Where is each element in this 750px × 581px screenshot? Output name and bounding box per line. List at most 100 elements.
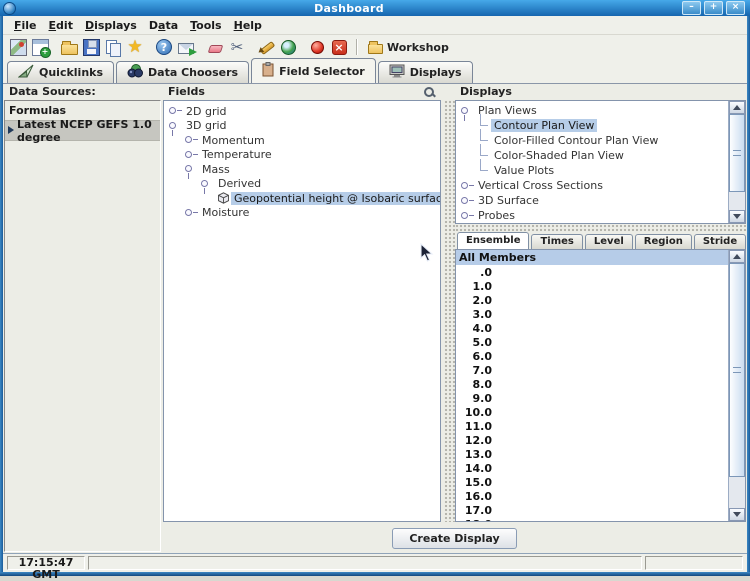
menu-edit[interactable]: Edit	[43, 18, 79, 33]
data-source-latest-ncep-gefs-1-0-degree[interactable]: Latest NCEP GEFS 1.0 degree	[5, 121, 160, 141]
ensemble-item-0[interactable]: .0	[456, 265, 728, 279]
ensemble-item-9-0[interactable]: 9.0	[456, 391, 728, 405]
copy-button[interactable]	[102, 36, 124, 58]
ensemble-item-18-0[interactable]: 18.0	[456, 517, 728, 522]
scroll-down-button[interactable]	[729, 210, 745, 223]
dashboard-button[interactable]	[7, 36, 29, 58]
ensemble-item-12-0[interactable]: 12.0	[456, 433, 728, 447]
ensemble-item-2-0[interactable]: 2.0	[456, 293, 728, 307]
subset-tab-stride[interactable]: Stride	[694, 234, 746, 249]
favorite-button[interactable]: ★	[124, 36, 146, 58]
globe-button[interactable]	[277, 36, 299, 58]
record-button[interactable]	[306, 36, 328, 58]
ensemble-item-11-0[interactable]: 11.0	[456, 419, 728, 433]
ensemble-item-10-0[interactable]: 10.0	[456, 405, 728, 419]
send-mail-button[interactable]	[175, 36, 197, 58]
tree-item-mass[interactable]: Mass	[164, 162, 440, 177]
tree-toggle-icon[interactable]	[169, 106, 183, 116]
subset-tab-times[interactable]: Times	[531, 234, 582, 249]
ensemble-item-13-0[interactable]: 13.0	[456, 447, 728, 461]
ensemble-item-17-0[interactable]: 17.0	[456, 503, 728, 517]
tree-item-vertical-cross-sections[interactable]: Vertical Cross Sections	[456, 178, 728, 193]
tree-item-probes[interactable]: Probes	[456, 208, 728, 223]
scrollbar-thumb[interactable]	[729, 114, 745, 192]
thumb-grip	[733, 150, 741, 156]
tree-item-contour-plan-view[interactable]: Contour Plan View	[456, 118, 728, 133]
tree-item-color-filled-contour-plan-view[interactable]: Color-Filled Contour Plan View	[456, 133, 728, 148]
tree-item-momentum[interactable]: Momentum	[164, 133, 440, 148]
ensemble-item-6-0[interactable]: 6.0	[456, 349, 728, 363]
horizontal-splitter[interactable]	[455, 224, 746, 232]
tree-toggle-icon[interactable]	[169, 121, 183, 131]
tree-item-geopotential-height-isobaric-surface[interactable]: Geopotential height @ Isobaric surface	[164, 191, 440, 206]
maximize-button[interactable]: +	[704, 1, 723, 15]
scroll-up-button[interactable]	[729, 250, 745, 263]
menu-file[interactable]: File	[8, 18, 43, 33]
ensemble-item-16-0[interactable]: 16.0	[456, 489, 728, 503]
pencil-icon	[258, 39, 275, 56]
tree-item-plan-views[interactable]: Plan Views	[456, 103, 728, 118]
open-folder-button[interactable]	[58, 36, 80, 58]
tree-item-moisture[interactable]: Moisture	[164, 206, 440, 221]
title-bar[interactable]: Dashboard – + ×	[0, 0, 750, 16]
close-button[interactable]: ×	[726, 1, 745, 15]
pencil-button[interactable]	[255, 36, 277, 58]
delete-button[interactable]: ×	[328, 36, 350, 58]
ensemble-item-3-0[interactable]: 3.0	[456, 307, 728, 321]
ensemble-item-5-0[interactable]: 5.0	[456, 335, 728, 349]
displays-scrollbar[interactable]	[728, 101, 745, 223]
cut-button[interactable]: ✂	[226, 36, 248, 58]
tree-toggle-icon[interactable]	[185, 164, 199, 174]
new-window-button[interactable]	[29, 36, 51, 58]
tree-toggle-icon[interactable]	[201, 179, 215, 189]
menu-data[interactable]: Data	[143, 18, 184, 33]
tree-toggle-icon[interactable]	[461, 181, 475, 191]
ensemble-item-all-members[interactable]: All Members	[456, 250, 728, 265]
search-icon[interactable]	[423, 86, 435, 98]
subset-tab-level[interactable]: Level	[585, 234, 633, 249]
tab-data-choosers[interactable]: Data Choosers	[116, 61, 249, 83]
tree-toggle-icon[interactable]	[185, 135, 199, 145]
scrollbar-thumb[interactable]	[729, 263, 745, 477]
tree-toggle-icon[interactable]	[185, 208, 199, 218]
tree-item-color-shaded-plan-view[interactable]: Color-Shaded Plan View	[456, 148, 728, 163]
menu-help[interactable]: Help	[228, 18, 268, 33]
folder-icon	[368, 44, 383, 54]
tab-field-selector[interactable]: Field Selector	[251, 58, 376, 83]
tree-item-3d-grid[interactable]: 3D grid	[164, 119, 440, 134]
scrollbar-track[interactable]	[729, 263, 745, 508]
minimize-button[interactable]: –	[682, 1, 701, 15]
ensemble-scrollbar[interactable]	[728, 250, 745, 521]
vertical-splitter[interactable]	[444, 100, 455, 522]
tree-item-value-plots[interactable]: Value Plots	[456, 163, 728, 178]
scroll-up-button[interactable]	[729, 101, 745, 114]
ensemble-item-7-0[interactable]: 7.0	[456, 363, 728, 377]
tree-toggle-icon[interactable]	[461, 106, 475, 116]
tree-item-temperature[interactable]: Temperature	[164, 148, 440, 163]
send-mail-icon	[178, 43, 194, 54]
help-button[interactable]: ?	[153, 36, 175, 58]
subset-tab-region[interactable]: Region	[635, 234, 692, 249]
ensemble-item-4-0[interactable]: 4.0	[456, 321, 728, 335]
tree-toggle-icon[interactable]	[461, 211, 475, 221]
workshop-button[interactable]: Workshop	[364, 39, 453, 55]
scrollbar-track[interactable]	[729, 114, 745, 210]
scroll-down-button[interactable]	[729, 508, 745, 521]
tree-item-2d-grid[interactable]: 2D grid	[164, 104, 440, 119]
tab-displays[interactable]: Displays	[378, 61, 473, 83]
tree-item-3d-surface[interactable]: 3D Surface	[456, 193, 728, 208]
ensemble-item-1-0[interactable]: 1.0	[456, 279, 728, 293]
tree-toggle-icon[interactable]	[185, 150, 199, 160]
ensemble-item-8-0[interactable]: 8.0	[456, 377, 728, 391]
tree-item-derived[interactable]: Derived	[164, 177, 440, 192]
ensemble-item-15-0[interactable]: 15.0	[456, 475, 728, 489]
eraser-button[interactable]	[204, 36, 226, 58]
save-button[interactable]	[80, 36, 102, 58]
ensemble-item-14-0[interactable]: 14.0	[456, 461, 728, 475]
tree-toggle-icon[interactable]	[461, 196, 475, 206]
tab-quicklinks[interactable]: Quicklinks	[7, 61, 114, 83]
menu-displays[interactable]: Displays	[79, 18, 143, 33]
menu-tools[interactable]: Tools	[184, 18, 227, 33]
create-display-button[interactable]: Create Display	[392, 528, 516, 549]
subset-tab-ensemble[interactable]: Ensemble	[457, 232, 529, 249]
